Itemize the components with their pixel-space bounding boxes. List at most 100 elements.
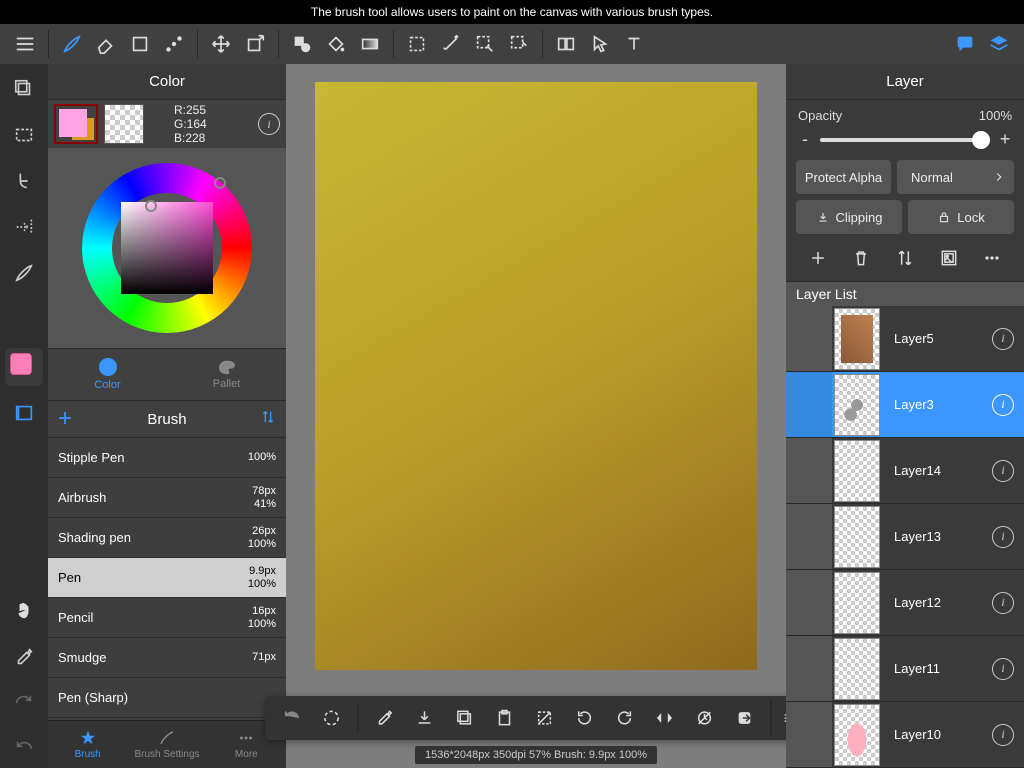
layer-panel: Layer Opacity 100% - + Protect Alpha Norm… xyxy=(786,64,1024,768)
alpha-swatch[interactable] xyxy=(104,104,144,144)
layer-list: Layer5i Layer3i Layer14i Layer13i Layer1… xyxy=(786,306,1024,768)
layer-panel-title: Layer xyxy=(786,64,1024,100)
floating-toolbar: ≡ xyxy=(266,696,807,740)
layer-row[interactable]: Layer11i xyxy=(786,636,1024,702)
opacity-minus[interactable]: - xyxy=(798,129,812,150)
brush-tool-icon[interactable] xyxy=(55,27,89,61)
layers-icon[interactable] xyxy=(982,27,1016,61)
undo-icon[interactable] xyxy=(5,730,43,768)
brush-row[interactable]: Airbrush78px41% xyxy=(48,478,286,518)
paste-icon[interactable] xyxy=(487,700,523,736)
move-tool-icon[interactable] xyxy=(204,27,238,61)
brush-row[interactable]: Smudge71px xyxy=(48,638,286,678)
layer-info-button[interactable]: i xyxy=(992,394,1014,416)
brush-bottom-tabs: Brush Brush Settings More xyxy=(48,720,286,768)
color-swatch[interactable] xyxy=(54,104,98,144)
add-brush-button[interactable]: + xyxy=(58,405,72,433)
hand-tool-icon[interactable] xyxy=(5,592,43,630)
canvas[interactable] xyxy=(315,82,757,670)
save-icon[interactable] xyxy=(407,700,443,736)
undo-button[interactable] xyxy=(274,700,310,736)
top-toolbar xyxy=(0,24,1024,64)
bucket-tool-icon[interactable] xyxy=(319,27,353,61)
panel-align-icon[interactable] xyxy=(5,394,43,432)
opacity-label: Opacity xyxy=(798,108,842,123)
brush-settings-tab[interactable]: Brush Settings xyxy=(127,721,206,768)
no-rotate-icon[interactable] xyxy=(687,700,723,736)
blend-mode-button[interactable]: Normal xyxy=(897,160,1014,194)
image-layer-button[interactable] xyxy=(939,248,959,273)
bucket-fill-icon[interactable] xyxy=(285,27,319,61)
deselect-icon[interactable] xyxy=(527,700,563,736)
flip-icon[interactable] xyxy=(5,208,43,246)
marquee-icon[interactable] xyxy=(5,116,43,154)
color-info-row: R:255 G:164 B:228 i xyxy=(48,100,286,148)
opacity-slider[interactable] xyxy=(820,138,990,142)
color-tab[interactable]: Color xyxy=(48,349,167,400)
more-layer-button[interactable] xyxy=(982,248,1002,273)
magic-wand-icon[interactable] xyxy=(434,27,468,61)
color-info-button[interactable]: i xyxy=(258,113,280,135)
layer-row[interactable]: Layer13i xyxy=(786,504,1024,570)
rotate-cw-icon[interactable] xyxy=(607,700,643,736)
lock-button[interactable]: Lock xyxy=(908,200,1014,234)
layer-info-button[interactable]: i xyxy=(992,460,1014,482)
brush-row[interactable]: Shading pen26px100% xyxy=(48,518,286,558)
select-pen-icon[interactable] xyxy=(468,27,502,61)
delete-layer-button[interactable] xyxy=(851,248,871,273)
select-wand-icon[interactable] xyxy=(502,27,536,61)
layer-row[interactable]: Layer10i xyxy=(786,702,1024,768)
layer-row[interactable]: Layer12i xyxy=(786,570,1024,636)
eyedropper-icon[interactable] xyxy=(5,638,43,676)
gradient-tool-icon[interactable] xyxy=(353,27,387,61)
status-bar: 1536*2048px 350dpi 57% Brush: 9.9px 100% xyxy=(415,746,657,764)
select-rect-icon[interactable] xyxy=(400,27,434,61)
reorder-layer-button[interactable] xyxy=(895,248,915,273)
brush-row[interactable]: Pen9.9px100% xyxy=(48,558,286,598)
dots-tool-icon[interactable] xyxy=(157,27,191,61)
canvas-area[interactable]: ≡ 1536*2048px 350dpi 57% Brush: 9.9px 10… xyxy=(286,64,786,768)
rotate-ccw-icon[interactable] xyxy=(567,700,603,736)
rotate-icon[interactable] xyxy=(5,162,43,200)
eraser-tool-icon[interactable] xyxy=(89,27,123,61)
shape-tool-icon[interactable] xyxy=(123,27,157,61)
layer-row[interactable]: Layer5i xyxy=(786,306,1024,372)
sort-brush-button[interactable] xyxy=(260,409,276,429)
pen-icon[interactable] xyxy=(5,254,43,292)
add-layer-button[interactable] xyxy=(808,248,828,273)
brush-row[interactable]: Pencil16px100% xyxy=(48,598,286,638)
rgb-values: R:255 G:164 B:228 xyxy=(150,103,252,145)
layer-info-button[interactable]: i xyxy=(992,526,1014,548)
text-tool-icon[interactable] xyxy=(617,27,651,61)
copy-icon[interactable] xyxy=(5,70,43,108)
menu-icon[interactable] xyxy=(8,27,42,61)
opacity-value: 100% xyxy=(979,108,1012,123)
layer-info-button[interactable]: i xyxy=(992,592,1014,614)
layer-info-button[interactable]: i xyxy=(992,328,1014,350)
brush-tab[interactable]: Brush xyxy=(48,721,127,768)
left-panel: Color R:255 G:164 B:228 i Color Pallet +… xyxy=(48,64,286,768)
chat-icon[interactable] xyxy=(948,27,982,61)
layer-info-button[interactable]: i xyxy=(992,658,1014,680)
pallet-tab[interactable]: Pallet xyxy=(167,349,286,400)
cursor-tool-icon[interactable] xyxy=(583,27,617,61)
eyedropper-float-icon[interactable] xyxy=(367,700,403,736)
brush-row[interactable]: Stipple Pen100% xyxy=(48,438,286,478)
flip-h-icon[interactable] xyxy=(647,700,683,736)
color-wheel[interactable] xyxy=(48,148,286,348)
redo-icon[interactable] xyxy=(5,684,43,722)
share-icon[interactable] xyxy=(727,700,763,736)
clipping-button[interactable]: Clipping xyxy=(796,200,902,234)
copy-float-icon[interactable] xyxy=(447,700,483,736)
layer-info-button[interactable]: i xyxy=(992,724,1014,746)
divide-tool-icon[interactable] xyxy=(549,27,583,61)
opacity-plus[interactable]: + xyxy=(998,129,1012,150)
layer-row[interactable]: Layer14i xyxy=(786,438,1024,504)
rotate-reset-icon[interactable] xyxy=(314,700,350,736)
brush-row[interactable]: Pen (Sharp) xyxy=(48,678,286,718)
layer-row[interactable]: Layer3i xyxy=(786,372,1024,438)
protect-alpha-button[interactable]: Protect Alpha xyxy=(796,160,891,194)
color-panel-title: Color xyxy=(48,64,286,100)
color-swatch-button[interactable] xyxy=(5,348,43,386)
transform-tool-icon[interactable] xyxy=(238,27,272,61)
